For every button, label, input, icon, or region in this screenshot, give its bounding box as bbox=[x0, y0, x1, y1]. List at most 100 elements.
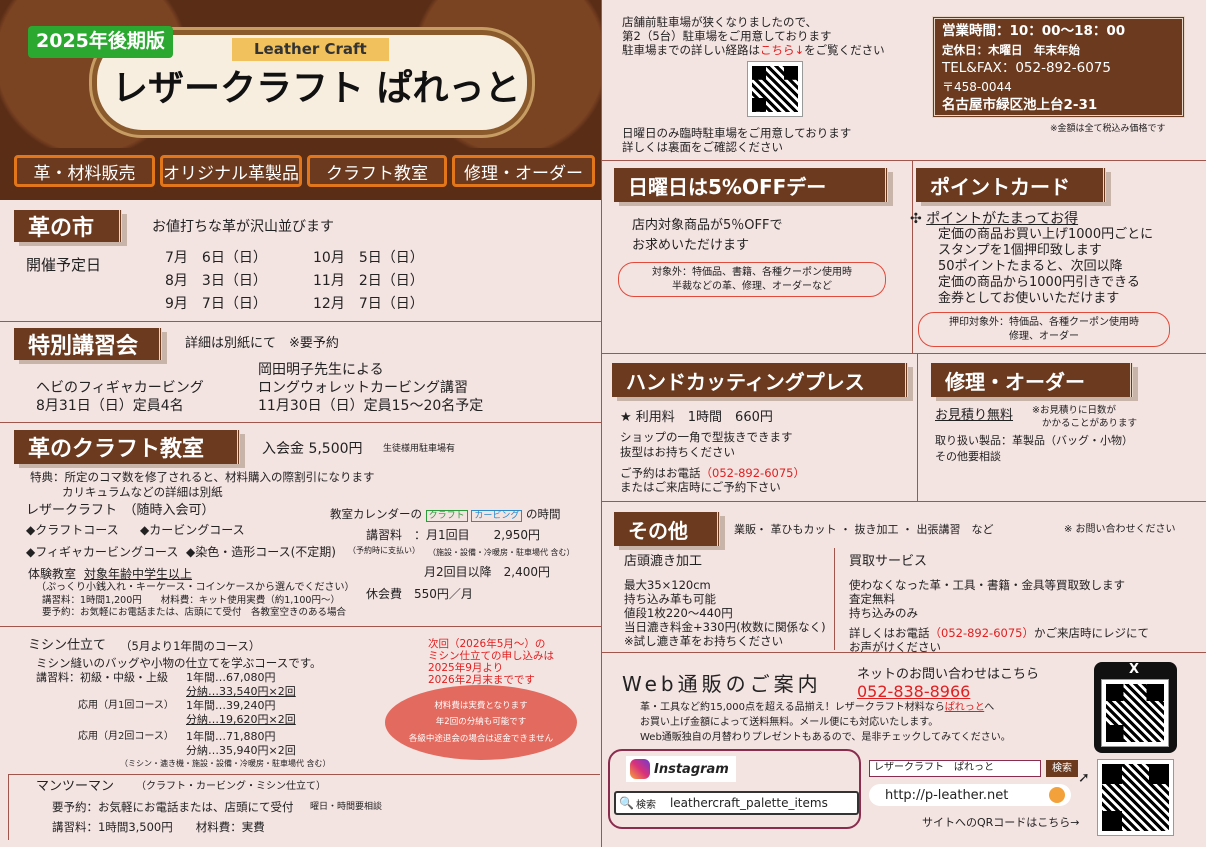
mishin-includes: （ミシン・漉き機・施設・設備・冷暖房・駐車場代 含む） bbox=[120, 759, 331, 768]
x-logo-icon: X bbox=[1129, 662, 1140, 677]
leathercraft-title: レザークラフト （随時入会可） bbox=[26, 503, 215, 518]
kawa-ichi-date: 11月 2日（日） bbox=[313, 273, 424, 289]
mantoman-res-note: 曜日・時間要相談 bbox=[310, 802, 383, 812]
sonota-title: その他 bbox=[628, 518, 688, 543]
x-qr-code[interactable] bbox=[1101, 679, 1169, 747]
point-line-3: 50ポイントたまると、次回以降 bbox=[938, 259, 1123, 274]
fee-second: 月2回目以降 2,400円 bbox=[424, 565, 550, 579]
kawa-ichi-date: 9月 7日（日） bbox=[165, 296, 267, 312]
press-line-2: 抜型はお持ちください bbox=[620, 445, 735, 459]
course2-teacher: 岡田明子先生による bbox=[258, 362, 384, 378]
web-desc-1-post: へ bbox=[984, 702, 995, 713]
point-exclusions: 押印対象外：特価品、各種クーポン使用時 修理、オーダー bbox=[918, 312, 1170, 347]
course1-date: 8月31日（日）定員4名 bbox=[36, 398, 184, 414]
site-search-input[interactable]: レザークラフト ぱれっと bbox=[869, 760, 1041, 777]
kaitori-2: 査定無料 bbox=[849, 592, 895, 606]
point-head-text: ポイントがたまってお得 bbox=[926, 211, 1079, 227]
kaitori-4: 詳しくはお電話（052-892-6075）かご来店時にレジにて bbox=[849, 626, 1149, 640]
instagram-logo[interactable]: Instagram bbox=[626, 756, 736, 782]
divider bbox=[601, 353, 1206, 354]
parking-line-1: 店舗前駐車場が狭くなりましたので、 bbox=[622, 15, 818, 29]
divider bbox=[912, 160, 913, 353]
web-desc-2: お買い上げ金額によって送料無料。メール便にも対応いたします。 bbox=[640, 717, 939, 728]
repair-est-note-1: ※お見積りに日数が bbox=[1032, 405, 1116, 416]
business-hours: 営業時間：10：00～18：00 bbox=[942, 23, 1126, 39]
press-header: ハンドカッティングプレス bbox=[612, 363, 908, 397]
nav-leather-materials[interactable]: 革・材料販売 bbox=[14, 155, 155, 187]
sonota-inquiry: ※ お問い合わせください bbox=[1064, 524, 1176, 535]
instagram-icon bbox=[630, 759, 650, 779]
url-bar[interactable]: http://p-leather.net bbox=[869, 784, 1071, 806]
site-search-text: レザークラフト ぱれっと bbox=[874, 762, 994, 773]
edition-badge: 2025年後期版 bbox=[28, 26, 173, 58]
press-res: ご予約はお電話（052-892-6075） bbox=[620, 466, 805, 480]
sparkle-icon: ✣ bbox=[910, 211, 922, 227]
mantoman-fee: 講習料：1時間3,500円 材料費：実費 bbox=[52, 820, 265, 834]
kaitori-4-pre: 詳しくはお電話 bbox=[849, 626, 930, 640]
site-search-button[interactable]: 検索 bbox=[1046, 760, 1078, 777]
fee-first-note: （予約時に支払い） bbox=[348, 546, 420, 555]
nav-repair-order[interactable]: 修理・オーダー bbox=[452, 155, 595, 187]
instagram-id: leathercraft_palette_items bbox=[669, 796, 828, 810]
mishin-title: ミシン仕立て bbox=[28, 638, 107, 653]
oval-note-3: 各級中途退会の場合は返金できません bbox=[408, 733, 554, 744]
instagram-label: Instagram bbox=[654, 761, 729, 777]
x-qr-box[interactable]: X bbox=[1094, 662, 1177, 753]
mantoman-res: 要予約：お気軽にお電話または、店頭にて受付 bbox=[52, 800, 294, 814]
point-line-1: 定価の商品お買い上げ1000円ごとに bbox=[938, 227, 1154, 242]
web-title: Web通販のご案内 bbox=[622, 672, 822, 696]
divider bbox=[0, 321, 601, 322]
mishin-basic-1: 1年間…67,080円 bbox=[186, 671, 276, 684]
nav-craft-class[interactable]: クラフト教室 bbox=[307, 155, 447, 187]
repair-header: 修理・オーダー bbox=[931, 363, 1133, 397]
leather-craft-label: Leather Craft bbox=[232, 38, 389, 61]
nav-original-products[interactable]: オリジナル革製品 bbox=[160, 155, 302, 187]
suki-3: 値段1枚220～440円 bbox=[624, 606, 733, 620]
point-header: ポイントカード bbox=[916, 168, 1106, 202]
instagram-search[interactable]: 🔍 検索 leathercraft_palette_items bbox=[614, 791, 859, 815]
mantoman-title: マンツーマン bbox=[36, 779, 115, 794]
taiken-res: 要予約：お気軽にお電話または、店頭にて受付 各教室空きのある場合 bbox=[42, 607, 347, 618]
calendar-tag-craft: クラフト bbox=[425, 510, 468, 522]
repair-line-2: その他要相談 bbox=[935, 450, 1001, 463]
sunday-line-2: お求めいただけます bbox=[632, 238, 750, 253]
calendar-tag-carving: カービング bbox=[471, 510, 523, 522]
suki-2: 持ち込み革も可能 bbox=[624, 592, 716, 606]
sunday-exclusion-1: 対象外：特価品、書籍、各種クーポン使用時 bbox=[652, 267, 852, 278]
fee-first-note2: （施設・設備・冷暖房・駐車場代 含む） bbox=[428, 548, 575, 557]
parking-line-4: 日曜日のみ臨時駐車場をご用意しております bbox=[622, 126, 852, 140]
sunday-line-1: 店内対象商品が5％OFFで bbox=[632, 218, 783, 233]
course-figure: ◆フィギャカービングコース bbox=[26, 545, 179, 559]
oval-note-1: 材料費は実費となります bbox=[434, 701, 528, 712]
tokubetsu-note: 詳細は別紙にて ※要予約 bbox=[185, 336, 339, 351]
mishin-period: （5月より1年間のコース） bbox=[120, 639, 261, 653]
search-icon: 🔍 bbox=[619, 796, 634, 810]
suki-5: ※試し漉き革をお持ちください bbox=[624, 634, 784, 648]
net-inquiry: ネットのお問い合わせはこちら bbox=[857, 667, 1040, 682]
press-line-1: ショップの一角で型抜きできます bbox=[620, 430, 793, 444]
divider bbox=[917, 353, 918, 501]
sunday-exclusion-2: 半裁などの革、修理、オーダーなど bbox=[672, 280, 832, 292]
parking-line-5: 詳しくは裏面をご確認ください bbox=[622, 140, 783, 154]
press-fee: ★ 利用料 1時間 660円 bbox=[620, 410, 773, 425]
web-desc-1-link[interactable]: ぱれっと bbox=[945, 702, 985, 713]
course-dye: ◆染色・造形コース(不定期) bbox=[186, 545, 336, 559]
repair-est-note-2: かかることがあります bbox=[1042, 418, 1138, 429]
tokuten-2: カリキュラムなどの詳細は別紙 bbox=[62, 485, 223, 499]
point-line-2: スタンプを1個押印致します bbox=[938, 243, 1102, 258]
press-res-tel[interactable]: （052-892-6075） bbox=[701, 466, 805, 480]
net-tel[interactable]: 052-838-8966 bbox=[857, 682, 970, 702]
kyoshitsu-title: 革のクラフト教室 bbox=[28, 437, 205, 462]
point-exclusion-1: 押印対象外：特価品、各種クーポン使用時 bbox=[949, 317, 1139, 328]
fee-label: 講習料 bbox=[366, 528, 403, 542]
parking-route-link[interactable]: こちら↓ bbox=[760, 43, 804, 57]
repair-estimate: お見積り無料 bbox=[935, 408, 1014, 423]
parking-qr-code[interactable] bbox=[747, 61, 803, 117]
divider bbox=[0, 626, 601, 627]
mishin-app1-2: 分納…19,620円×2回 bbox=[186, 713, 296, 726]
calendar-line: 教室カレンダーの クラフト カービング の時間 bbox=[330, 507, 561, 522]
kaitori-4-tel[interactable]: （052-892-6075） bbox=[930, 626, 1034, 640]
site-qr-code[interactable] bbox=[1097, 759, 1174, 836]
url-search-icon bbox=[1049, 787, 1065, 803]
enrollment-fee: 入会金 5,500円 bbox=[262, 441, 363, 457]
